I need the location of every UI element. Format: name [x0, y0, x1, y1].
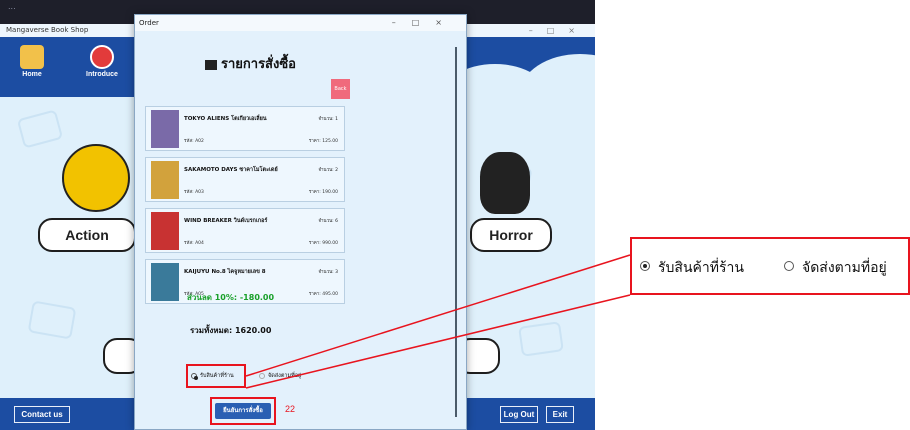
zoom-shipping-option: จัดส่งตามที่อยู่: [784, 257, 887, 279]
zoom-shipping-label: จัดส่งตามที่อยู่: [802, 260, 887, 276]
screenshot-stage: ... Mangaverse Book Shop –□× Home Introd…: [0, 0, 910, 430]
radio-unselected-icon: [784, 261, 794, 271]
zoom-pickup-label: รับสินค้าที่ร้าน: [658, 260, 744, 276]
radio-selected-icon: [640, 261, 650, 271]
zoom-callout: รับสินค้าที่ร้าน จัดส่งตามที่อยู่: [630, 237, 910, 295]
zoom-pickup-option: รับสินค้าที่ร้าน: [640, 257, 744, 279]
annotation-connector: [245, 254, 631, 389]
